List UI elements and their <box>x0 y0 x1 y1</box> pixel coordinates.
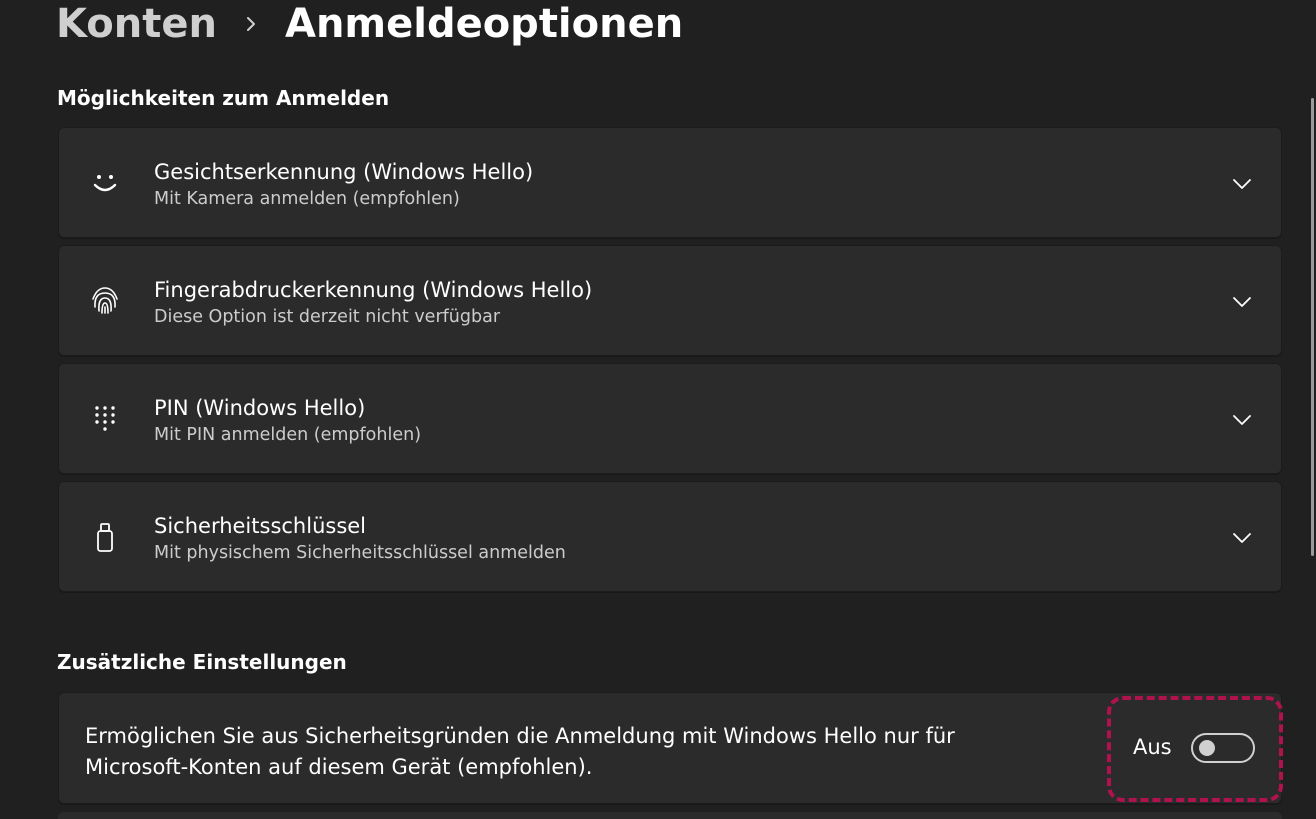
option-title: Sicherheitsschlüssel <box>154 514 367 538</box>
face-smile-icon <box>89 167 121 199</box>
option-security-key[interactable]: Sicherheitsschlüssel Mit physischem Sich… <box>58 481 1282 592</box>
page-title: Anmeldeoptionen <box>284 1 684 47</box>
settings-page: Konten Anmeldeoptionen Möglichkeiten zum… <box>0 0 1316 819</box>
option-title: PIN (Windows Hello) <box>154 396 366 420</box>
chevron-right-icon <box>217 14 285 34</box>
option-subtitle: Mit physischem Sicherheitsschlüssel anme… <box>154 543 566 563</box>
hello-only-toggle-switch[interactable] <box>1191 733 1255 763</box>
option-text: PIN (Windows Hello) Mit PIN anmelden (em… <box>154 394 421 448</box>
chevron-down-icon[interactable] <box>1231 409 1253 431</box>
option-text: Sicherheitsschlüssel Mit physischem Sich… <box>154 512 566 566</box>
breadcrumb: Konten Anmeldeoptionen <box>56 0 683 52</box>
option-title: Fingerabdruckerkennung (Windows Hello) <box>154 278 593 302</box>
breadcrumb-parent-konten[interactable]: Konten <box>56 1 217 47</box>
section-title-signin: Möglichkeiten zum Anmelden <box>57 86 390 110</box>
section-title-additional: Zusätzliche Einstellungen <box>57 650 347 674</box>
option-pin[interactable]: PIN (Windows Hello) Mit PIN anmelden (em… <box>58 363 1282 474</box>
option-fingerprint-recognition[interactable]: Fingerabdruckerkennung (Windows Hello) D… <box>58 245 1282 356</box>
setting-hello-only-microsoft-accounts: Ermöglichen Sie aus Sicherheitsgründen d… <box>58 692 1283 804</box>
chevron-down-icon[interactable] <box>1231 527 1253 549</box>
security-key-icon <box>89 521 121 553</box>
option-title: Gesichtserkennung (Windows Hello) <box>154 160 534 184</box>
option-face-recognition[interactable]: Gesichtserkennung (Windows Hello) Mit Ka… <box>58 127 1282 238</box>
option-subtitle: Mit Kamera anmelden (empfohlen) <box>154 189 460 209</box>
chevron-down-icon[interactable] <box>1231 173 1253 195</box>
option-subtitle: Mit PIN anmelden (empfohlen) <box>154 425 422 445</box>
option-text: Fingerabdruckerkennung (Windows Hello) D… <box>154 276 592 330</box>
toggle-state-label: Aus <box>1133 735 1172 759</box>
scrollbar[interactable] <box>1311 98 1314 556</box>
setting-description: Ermöglichen Sie aus Sicherheitsgründen d… <box>85 724 955 779</box>
option-subtitle: Diese Option ist derzeit nicht verfügbar <box>154 307 501 327</box>
pin-keypad-icon <box>89 403 121 435</box>
next-setting-card-partial <box>58 812 1282 819</box>
option-text: Gesichtserkennung (Windows Hello) Mit Ka… <box>154 158 533 212</box>
fingerprint-icon <box>89 285 121 317</box>
toggle-knob <box>1199 740 1215 756</box>
chevron-down-icon[interactable] <box>1231 291 1253 313</box>
